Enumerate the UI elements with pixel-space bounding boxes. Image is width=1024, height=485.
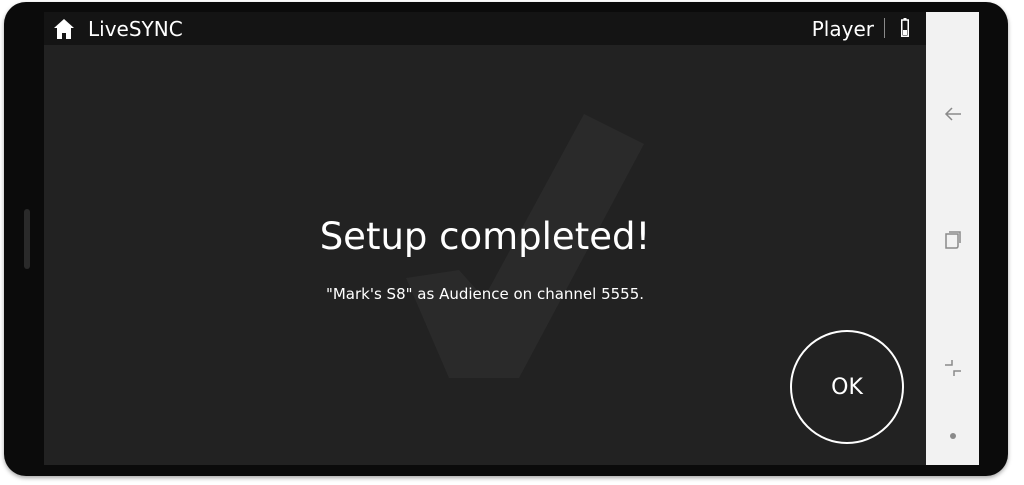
setup-details-text: "Mark's S8" as Audience on channel 5555. [325, 285, 645, 303]
ok-button[interactable]: OK [790, 330, 904, 444]
ok-button-label: OK [831, 374, 863, 400]
system-nav-bar [926, 12, 979, 465]
side-button [24, 209, 30, 269]
setup-completed-title: Setup completed! [319, 215, 651, 258]
role-label: Player [811, 17, 874, 41]
status-divider [884, 18, 885, 38]
recents-icon[interactable] [944, 230, 962, 250]
switch-apps-icon[interactable] [943, 358, 963, 378]
back-icon[interactable] [943, 104, 963, 124]
dot-icon [950, 433, 956, 439]
status-bar: LiveSYNC Player [44, 12, 926, 45]
app-title: LiveSYNC [88, 17, 183, 41]
home-icon[interactable] [52, 17, 76, 41]
battery-icon [901, 18, 909, 37]
app-screen: LiveSYNC Player Setup completed! "Mark's… [44, 12, 926, 465]
